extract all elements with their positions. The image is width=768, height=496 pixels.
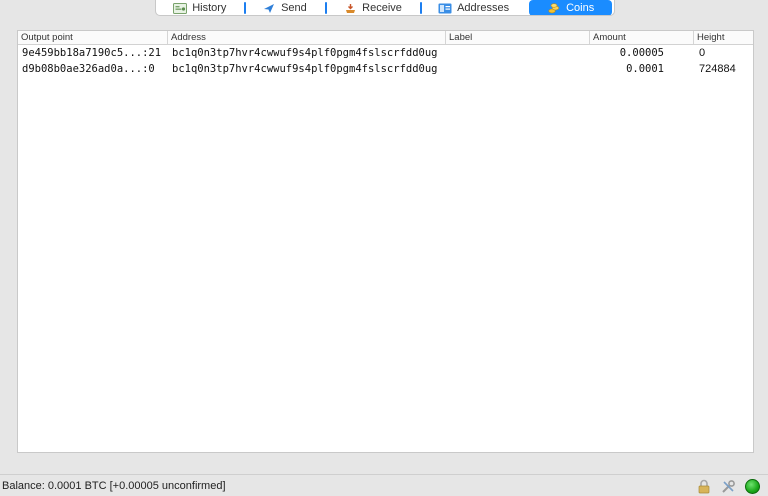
cell-height: 0	[699, 47, 706, 59]
receive-icon	[343, 2, 357, 14]
cell-height: 724884	[699, 63, 736, 75]
coins-icon	[547, 2, 561, 14]
tab-bar: History Send Receive Addresses Coins	[155, 0, 615, 16]
tab-addresses-label: Addresses	[457, 2, 510, 14]
status-bar: Balance: 0.0001 BTC [+0.00005 unconfirme…	[0, 474, 768, 496]
history-icon	[173, 2, 188, 14]
cell-output-point: d9b08b0ae326ad0a...:0	[22, 63, 155, 75]
tab-coins-label: Coins	[566, 2, 595, 14]
tab-addresses[interactable]: Addresses	[419, 0, 528, 15]
lock-icon[interactable]	[696, 478, 712, 494]
status-icons	[696, 478, 760, 494]
network-status-icon[interactable]	[744, 478, 760, 494]
tab-send[interactable]: Send	[243, 0, 326, 15]
cell-address: bc1q0n3tp7hvr4cwwuf9s4plf0pgm4fslscrfdd0…	[172, 47, 438, 59]
table-row[interactable]: d9b08b0ae326ad0a...:0 bc1q0n3tp7hvr4cwwu…	[18, 61, 753, 77]
table-header: Output point Address Label Amount Height	[18, 31, 753, 45]
tab-receive-label: Receive	[362, 2, 402, 14]
tab-coins[interactable]: Coins	[529, 0, 612, 15]
header-address[interactable]: Address	[168, 31, 446, 44]
table-row[interactable]: 9e459bb18a7190c5...:21 bc1q0n3tp7hvr4cww…	[18, 45, 753, 61]
tools-icon[interactable]	[720, 478, 736, 494]
header-height[interactable]: Height	[694, 31, 753, 44]
coins-table[interactable]: Output point Address Label Amount Height…	[17, 30, 754, 453]
send-icon	[262, 2, 276, 14]
tab-history[interactable]: History	[156, 0, 244, 15]
tab-history-label: History	[192, 2, 227, 14]
addresses-icon	[438, 2, 452, 14]
wallet-window: History Send Receive Addresses Coins Out…	[0, 0, 768, 496]
balance-text: Balance: 0.0001 BTC [+0.00005 unconfirme…	[2, 479, 226, 492]
connected-indicator	[744, 478, 760, 494]
cell-amount: 0.00005	[619, 47, 664, 59]
tab-send-label: Send	[281, 2, 307, 14]
header-amount[interactable]: Amount	[590, 31, 694, 44]
header-label[interactable]: Label	[446, 31, 590, 44]
cell-output-point: 9e459bb18a7190c5...:21	[22, 47, 162, 59]
header-output-point[interactable]: Output point	[18, 31, 168, 44]
cell-amount: 0.0001	[626, 63, 664, 75]
tab-receive[interactable]: Receive	[325, 0, 420, 15]
cell-address: bc1q0n3tp7hvr4cwwuf9s4plf0pgm4fslscrfdd0…	[172, 63, 438, 75]
table-body: 9e459bb18a7190c5...:21 bc1q0n3tp7hvr4cww…	[18, 45, 753, 77]
